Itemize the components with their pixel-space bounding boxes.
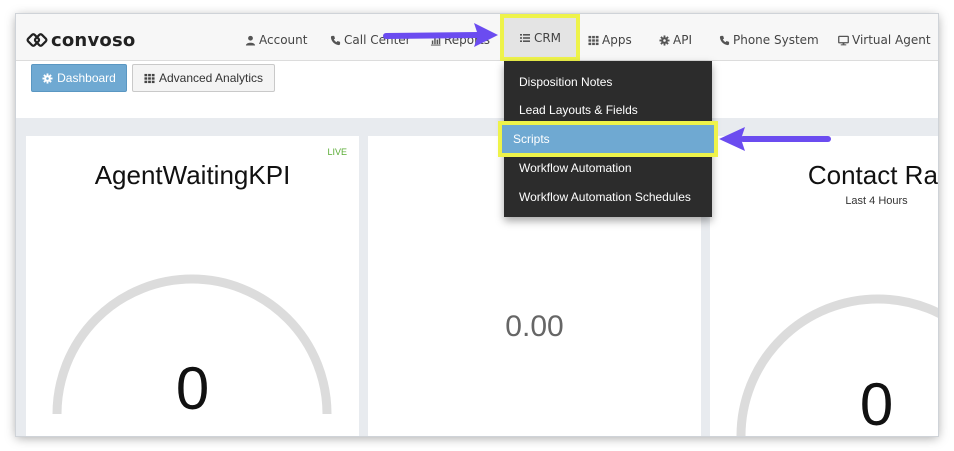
annotation-arrow-to-crm xyxy=(383,23,498,47)
kpi-card-contact-rate: Contact Rat Last 4 Hours 0 xyxy=(710,136,938,436)
menu-item-workflow-schedules[interactable]: Workflow Automation Schedules xyxy=(504,183,712,211)
gauge-value: 0 xyxy=(175,355,210,422)
kpi-card-agent-waiting: LIVE AgentWaitingKPI 0 xyxy=(26,136,359,436)
kpi-value: 0.00 xyxy=(505,310,564,343)
grid-icon xyxy=(144,73,155,84)
app-window: convoso Account Call Center Reports CRM xyxy=(16,14,938,436)
gauge-value: 0 xyxy=(859,371,894,436)
gear-icon xyxy=(42,72,53,84)
annotation-arrow-to-scripts xyxy=(719,127,831,151)
